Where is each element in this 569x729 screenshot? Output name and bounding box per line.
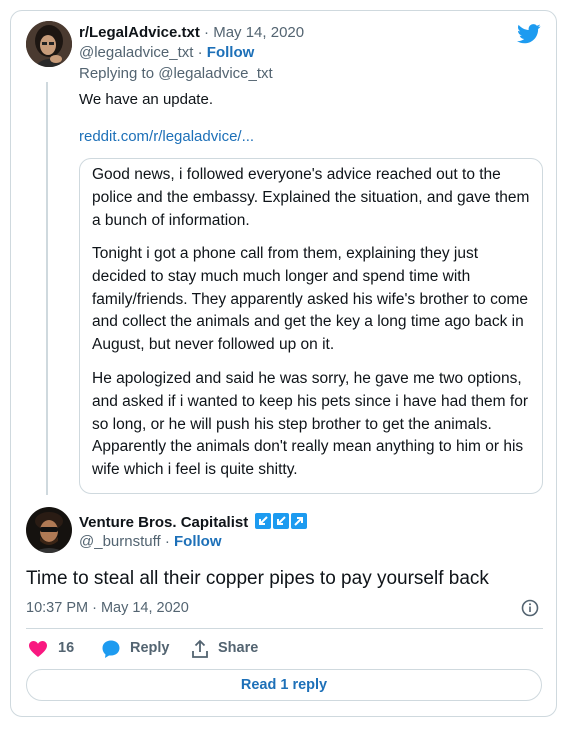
display-name[interactable]: r/LegalAdvice.txt [79,24,200,41]
share-icon[interactable] [191,639,209,659]
tweet-text: We have an update. [79,91,213,108]
share-button[interactable]: Share [218,640,258,656]
divider [26,628,543,629]
main-tweet-text: Time to steal all their copper pipes to … [26,568,489,589]
avatar[interactable] [26,507,72,553]
tweet-timestamp[interactable]: 10:37 PM · May 14, 2020 [26,600,189,616]
reply-tweet-header: r/LegalAdvice.txt · May 14, 2020 [79,24,304,41]
main-tweet-header: Venture Bros. Capitalist [79,513,307,532]
tweet-link[interactable]: reddit.com/r/legaladvice/... [79,128,254,145]
arrow-up-right-icon [290,513,307,529]
arrow-down-left-icon [254,513,271,529]
read-replies-button[interactable]: Read 1 reply [26,669,542,701]
quoted-paragraph: He apologized and said he was sorry, he … [92,370,528,479]
arrow-down-left-icon [272,513,289,529]
handle[interactable]: @_burnstuff · [79,533,170,550]
reply-bubble-icon[interactable] [101,639,121,659]
avatar[interactable] [26,21,72,67]
quoted-paragraph: Tonight i got a phone call from them, ex… [92,245,529,354]
handle-row: @legaladvice_txt · Follow [79,44,254,61]
follow-button[interactable]: Follow [207,44,255,61]
info-icon[interactable] [521,599,539,617]
thread-line [46,82,48,495]
twitter-logo-icon[interactable] [517,24,541,44]
handle-row: @_burnstuff · Follow [79,533,222,550]
handle[interactable]: @legaladvice_txt · [79,44,203,61]
display-name[interactable]: Venture Bros. Capitalist [79,514,248,531]
follow-button[interactable]: Follow [174,533,222,550]
replying-to[interactable]: Replying to @legaladvice_txt [79,65,273,82]
like-count[interactable]: 16 [58,640,74,656]
quoted-text-box: Good news, i followed everyone's advice … [79,158,543,494]
quoted-paragraph: Good news, i followed everyone's advice … [92,166,530,229]
tweet-date[interactable]: · May 14, 2020 [204,24,304,41]
reply-button[interactable]: Reply [130,640,170,656]
heart-icon[interactable] [28,640,48,658]
